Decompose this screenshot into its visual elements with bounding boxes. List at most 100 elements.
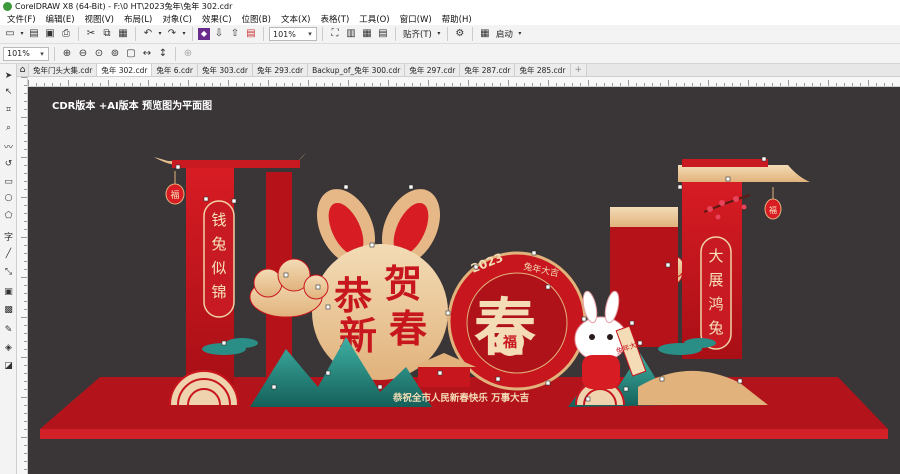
open-folder-icon[interactable]: ▤: [27, 27, 41, 41]
zoom-in-icon[interactable]: ⊕: [60, 47, 74, 61]
selection-node[interactable]: [369, 242, 375, 248]
selection-node[interactable]: [408, 184, 414, 190]
chevron-down-icon[interactable]: ▾: [305, 28, 315, 40]
crop-tool-icon[interactable]: ⌗: [2, 104, 15, 116]
selection-node[interactable]: [761, 156, 767, 162]
selection-node[interactable]: [665, 262, 671, 268]
interactive-fill-icon[interactable]: ◈: [2, 342, 15, 354]
print-icon[interactable]: ⎙: [59, 27, 73, 41]
save-icon[interactable]: ▣: [43, 27, 57, 41]
menu-file[interactable]: 文件(F): [2, 13, 41, 25]
full-screen-icon[interactable]: ⛶: [328, 27, 342, 41]
menu-window[interactable]: 窗口(W): [395, 13, 437, 25]
menu-view[interactable]: 视图(V): [80, 13, 119, 25]
zoom-out-icon[interactable]: ⊖: [76, 47, 90, 61]
selection-node[interactable]: [271, 384, 277, 390]
zoom-tool-icon[interactable]: ⌕: [2, 122, 15, 134]
launch-label[interactable]: 启动: [494, 28, 515, 40]
freehand-tool-icon[interactable]: 〰: [2, 140, 15, 153]
selection-node[interactable]: [637, 340, 643, 346]
copy-icon[interactable]: ⧉: [100, 27, 114, 41]
export-icon[interactable]: ⇧: [228, 27, 242, 41]
vertical-ruler[interactable]: [17, 77, 28, 474]
document-tab[interactable]: 兔年 287.cdr: [460, 64, 516, 76]
document-tab[interactable]: 兔年门头大集.cdr: [29, 64, 98, 76]
menu-table[interactable]: 表格(T): [315, 13, 354, 25]
zoom-page-height-icon[interactable]: ↕: [156, 47, 170, 61]
search-content-icon[interactable]: ◆: [198, 28, 210, 40]
chevron-down-icon[interactable]: ▾: [517, 27, 523, 41]
text-tool-icon[interactable]: 字: [2, 230, 15, 243]
selection-node[interactable]: [725, 176, 731, 182]
selection-node[interactable]: [315, 284, 321, 290]
chevron-down-icon[interactable]: ▾: [436, 27, 442, 41]
selection-node[interactable]: [283, 272, 289, 278]
smart-fill-icon[interactable]: ◪: [2, 360, 15, 372]
paste-icon[interactable]: ▦: [116, 27, 130, 41]
show-rulers-icon[interactable]: ▥: [344, 27, 358, 41]
horizontal-ruler[interactable]: [28, 77, 900, 87]
menu-layout[interactable]: 布局(L): [119, 13, 157, 25]
selection-node[interactable]: [495, 376, 501, 382]
menu-help[interactable]: 帮助(H): [437, 13, 477, 25]
selection-node[interactable]: [545, 284, 551, 290]
selection-node[interactable]: [231, 198, 237, 204]
menu-edit[interactable]: 编辑(E): [41, 13, 80, 25]
document-tab-active[interactable]: 兔年 302.cdr: [97, 64, 153, 76]
publish-pdf-icon[interactable]: ▤: [244, 27, 258, 41]
selection-node[interactable]: [445, 310, 451, 316]
selection-node[interactable]: [659, 376, 665, 382]
menu-effects[interactable]: 效果(C): [197, 13, 237, 25]
connector-tool-icon[interactable]: ⤡: [2, 266, 15, 278]
selection-node[interactable]: [581, 316, 587, 322]
document-tab[interactable]: Backup_of_兔年 300.cdr: [308, 64, 406, 76]
zoom-all-objects-icon[interactable]: ⊚: [108, 47, 122, 61]
welcome-screen-home-icon[interactable]: ⌂: [17, 64, 29, 76]
document-tab[interactable]: 兔年 6.cdr: [152, 64, 198, 76]
selection-node[interactable]: [325, 304, 331, 310]
transparency-tool-icon[interactable]: ▩: [2, 304, 15, 316]
zoom-selected-icon[interactable]: ⊙: [92, 47, 106, 61]
add-preset-icon[interactable]: ⊕: [181, 47, 195, 61]
ellipse-tool-icon[interactable]: ○: [2, 192, 15, 204]
selection-node[interactable]: [473, 264, 479, 270]
shape-tool-icon[interactable]: ↖: [2, 86, 15, 98]
artwork[interactable]: 钱 兔 似 锦 福 恭 贺 新 春 春 福 2023 兔年大吉 大 展 鸿 兔 …: [28, 87, 900, 474]
parallel-dimension-icon[interactable]: ╱: [2, 248, 15, 260]
selection-node[interactable]: [545, 380, 551, 386]
document-tab[interactable]: 兔年 285.cdr: [515, 64, 571, 76]
new-document-icon[interactable]: ▭: [3, 27, 17, 41]
property-zoom-combo[interactable]: 101% ▾: [3, 46, 49, 61]
options-gear-icon[interactable]: ⚙: [453, 27, 467, 41]
rectangle-tool-icon[interactable]: ▭: [2, 176, 15, 188]
menu-text[interactable]: 文本(X): [276, 13, 315, 25]
zoom-page-width-icon[interactable]: ↔: [140, 47, 154, 61]
add-tab-icon[interactable]: +: [570, 64, 588, 76]
selection-node[interactable]: [531, 250, 537, 256]
selection-node[interactable]: [343, 184, 349, 190]
document-tab[interactable]: 兔年 303.cdr: [197, 64, 253, 76]
document-tab[interactable]: 兔年 293.cdr: [253, 64, 309, 76]
selection-node[interactable]: [737, 378, 743, 384]
chevron-down-icon[interactable]: ▾: [37, 48, 47, 60]
polygon-tool-icon[interactable]: ⬠: [2, 210, 15, 222]
application-launcher-icon[interactable]: ▦: [478, 27, 492, 41]
selection-node[interactable]: [175, 164, 181, 170]
artistic-media-icon[interactable]: ↺: [2, 158, 15, 170]
selection-node[interactable]: [437, 370, 443, 376]
cut-icon[interactable]: ✂: [84, 27, 98, 41]
chevron-down-icon[interactable]: ▾: [181, 27, 187, 41]
show-grid-icon[interactable]: ▦: [360, 27, 374, 41]
eyedropper-tool-icon[interactable]: ✎: [2, 324, 15, 336]
zoom-page-icon[interactable]: ▢: [124, 47, 138, 61]
menu-object[interactable]: 对象(C): [157, 13, 197, 25]
redo-icon[interactable]: ↷: [165, 27, 179, 41]
drawing-canvas[interactable]: 钱 兔 似 锦 福 恭 贺 新 春 春 福 2023 兔年大吉 大 展 鸿 兔 …: [28, 87, 900, 474]
selection-node[interactable]: [677, 184, 683, 190]
chevron-down-icon[interactable]: ▾: [157, 27, 163, 41]
drop-shadow-icon[interactable]: ▣: [2, 286, 15, 298]
selection-node[interactable]: [629, 320, 635, 326]
selection-node[interactable]: [203, 196, 209, 202]
selection-node[interactable]: [585, 396, 591, 402]
selection-node[interactable]: [377, 384, 383, 390]
